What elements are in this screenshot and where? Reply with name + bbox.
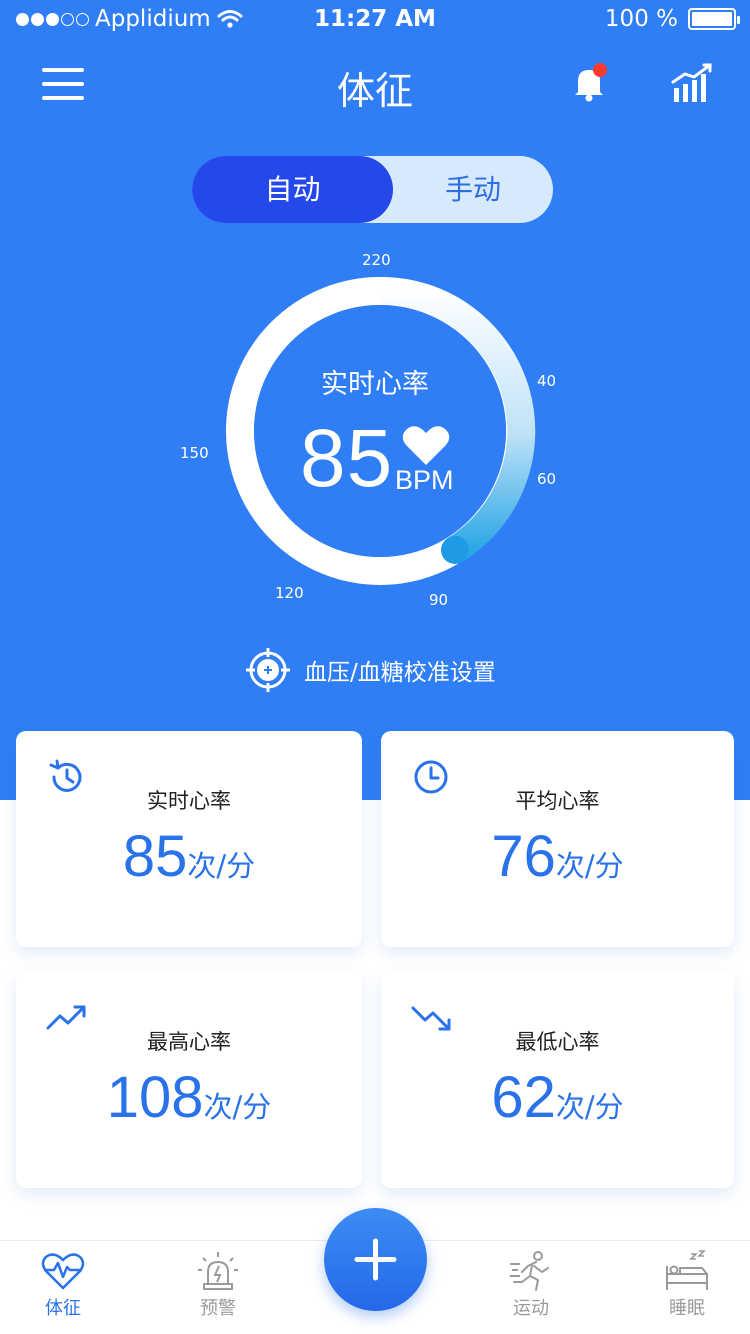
notification-dot [593, 63, 607, 77]
gauge-unit: BPM [395, 465, 454, 495]
card-title: 实时心率 [147, 789, 231, 813]
tab-alerts[interactable]: 预警 [163, 1250, 273, 1320]
target-icon [246, 648, 290, 692]
card-value: 62 [491, 1065, 556, 1130]
gauge-value: 85 [300, 413, 394, 504]
battery-icon [688, 8, 740, 30]
tab-exercise[interactable]: 运动 [476, 1250, 586, 1320]
realtime-heart-rate-card[interactable]: 实时心率 85次/分 [16, 731, 362, 947]
gauge-tick: 150 [180, 444, 209, 462]
gauge-knob[interactable] [441, 536, 469, 564]
max-heart-rate-card[interactable]: 最高心率 108次/分 [16, 972, 362, 1188]
card-title: 平均心率 [515, 789, 600, 813]
tab-sleep[interactable]: 睡眠 [632, 1250, 742, 1320]
card-unit: 次/分 [555, 849, 624, 883]
card-unit: 次/分 [187, 849, 256, 883]
page-title: 体征 [336, 69, 413, 113]
tab-label: 预警 [200, 1298, 236, 1319]
sleep-bed-icon [666, 1250, 708, 1290]
tab-label: 睡眠 [669, 1298, 705, 1319]
tab-label: 体征 [45, 1298, 81, 1319]
stats-chart-icon[interactable] [670, 62, 714, 104]
gauge-tick: 220 [362, 251, 391, 269]
card-unit: 次/分 [203, 1090, 272, 1124]
tab-label: 运动 [513, 1298, 549, 1319]
heartbeat-icon [41, 1253, 85, 1290]
average-heart-rate-card[interactable]: 平均心率 76次/分 [381, 731, 734, 947]
status-bar: Applidium 11:27 AM 100 % [0, 0, 750, 40]
gauge-tick: 120 [275, 584, 304, 602]
mode-toggle: 自动 手动 [192, 156, 553, 223]
runner-icon [510, 1251, 549, 1291]
min-heart-rate-card[interactable]: 最低心率 62次/分 [381, 972, 734, 1188]
heart-icon [402, 426, 450, 465]
bell-icon[interactable] [568, 62, 610, 104]
calibration-settings-link[interactable]: 血压/血糖校准设置 [244, 646, 496, 694]
manual-mode-button[interactable]: 手动 [393, 156, 553, 223]
card-value: 108 [106, 1065, 204, 1130]
card-title: 最低心率 [515, 1030, 600, 1054]
card-title: 最高心率 [147, 1030, 231, 1054]
gauge-tick: 90 [429, 591, 449, 609]
battery-percent: 100 % [604, 6, 678, 32]
plus-icon [354, 1238, 397, 1281]
card-value: 76 [491, 824, 556, 889]
add-button[interactable] [324, 1208, 427, 1311]
card-value: 85 [122, 824, 188, 889]
card-unit: 次/分 [555, 1090, 624, 1124]
alarm-light-icon [198, 1252, 238, 1290]
tab-vitals[interactable]: 体征 [8, 1250, 118, 1320]
calibration-label: 血压/血糖校准设置 [304, 660, 496, 686]
auto-mode-button[interactable]: 自动 [192, 156, 393, 223]
gauge-tick: 60 [537, 470, 557, 488]
gauge-label: 实时心率 [321, 369, 429, 400]
